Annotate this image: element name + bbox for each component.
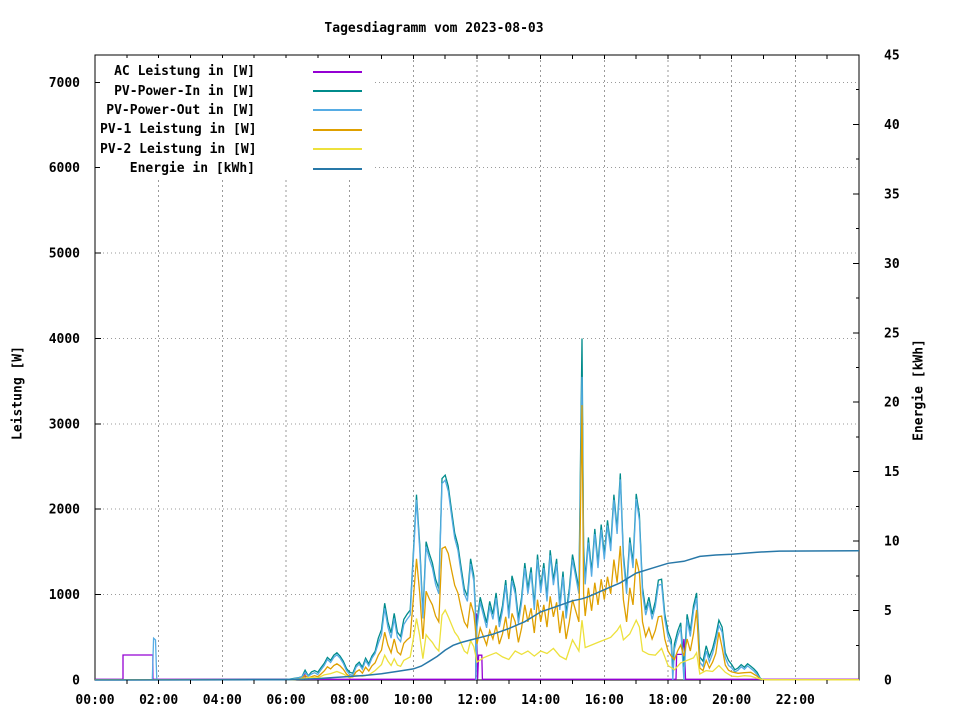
y-right-tick-label: 5 xyxy=(884,604,892,619)
legend-item-label: PV-Power-Out in [W] xyxy=(100,103,255,118)
y-right-tick-label: 40 xyxy=(884,118,900,133)
x-tick-label: 14:00 xyxy=(521,693,560,708)
legend-item-line-sample xyxy=(313,109,362,111)
y-left-tick-label: 0 xyxy=(72,674,80,689)
legend-item-pv-2-leistung-in-w-: PV-2 Leistung in [W] xyxy=(100,140,372,159)
legend-item-pv-power-in-in-w-: PV-Power-In in [W] xyxy=(100,81,372,100)
y-right-tick-label: 20 xyxy=(884,396,900,411)
chart-container: 00:00 02:00 04:00 06:00 08:00 10:00 12:00 14:00… xyxy=(0,0,960,720)
x-tick-label: 04:00 xyxy=(203,693,242,708)
legend: AC Leistung in [W] PV-Power-In in [W] PV-P… xyxy=(100,58,372,178)
legend-item-label: PV-1 Leistung in [W] xyxy=(100,122,255,137)
x-tick-label: 06:00 xyxy=(266,693,305,708)
y-right-tick-label: 0 xyxy=(884,674,892,689)
legend-item-label: PV-Power-In in [W] xyxy=(100,84,255,99)
x-tick-label: 02:00 xyxy=(139,693,178,708)
y-left-tick-label: 5000 xyxy=(49,247,80,262)
x-tick-label: 22:00 xyxy=(776,693,815,708)
legend-item-label: AC Leistung in [W] xyxy=(100,64,255,79)
y-right-tick-label: 15 xyxy=(884,465,900,480)
y-right-tick-label: 30 xyxy=(884,257,900,272)
x-tick-label: 10:00 xyxy=(394,693,433,708)
legend-item-energie-in-kwh-: Energie in [kWh] xyxy=(100,159,372,178)
y-left-tick-label: 3000 xyxy=(49,417,80,432)
y-right-tick-label: 10 xyxy=(884,535,900,550)
y-right-tick-label: 25 xyxy=(884,326,900,341)
y-left-tick-label: 1000 xyxy=(49,588,80,603)
y-axis-label-right: Energie [kWh] xyxy=(912,339,927,441)
y-left-tick-label: 7000 xyxy=(49,76,80,91)
legend-item-label: Energie in [kWh] xyxy=(100,161,255,176)
x-tick-label: 18:00 xyxy=(648,693,687,708)
legend-item-label: PV-2 Leistung in [W] xyxy=(100,142,255,157)
legend-item-line-sample xyxy=(313,90,362,92)
x-tick-label: 16:00 xyxy=(585,693,624,708)
x-tick-label: 08:00 xyxy=(330,693,369,708)
y-right-tick-label: 45 xyxy=(884,49,900,64)
legend-item-pv-1-leistung-in-w-: PV-1 Leistung in [W] xyxy=(100,120,372,139)
y-right-tick-label: 35 xyxy=(884,187,900,202)
x-tick-label: 20:00 xyxy=(712,693,751,708)
y-left-tick-label: 2000 xyxy=(49,503,80,518)
x-tick-label: 12:00 xyxy=(457,693,496,708)
x-tick-label: 00:00 xyxy=(75,693,114,708)
legend-item-pv-power-out-in-w-: PV-Power-Out in [W] xyxy=(100,101,372,120)
legend-item-line-sample xyxy=(313,71,362,73)
y-axis-label-left: Leistung [W] xyxy=(11,346,26,440)
legend-item-line-sample xyxy=(313,168,362,170)
y-left-tick-label: 6000 xyxy=(49,161,80,176)
legend-item-line-sample xyxy=(313,148,362,150)
legend-item-line-sample xyxy=(313,129,362,131)
chart-title: Tagesdiagramm vom 2023-08-03 xyxy=(324,21,543,36)
legend-item-ac-leistung-in-w-: AC Leistung in [W] xyxy=(100,62,372,81)
y-left-tick-label: 4000 xyxy=(49,332,80,347)
series-line-pv-power-out-in-w- xyxy=(95,377,859,680)
